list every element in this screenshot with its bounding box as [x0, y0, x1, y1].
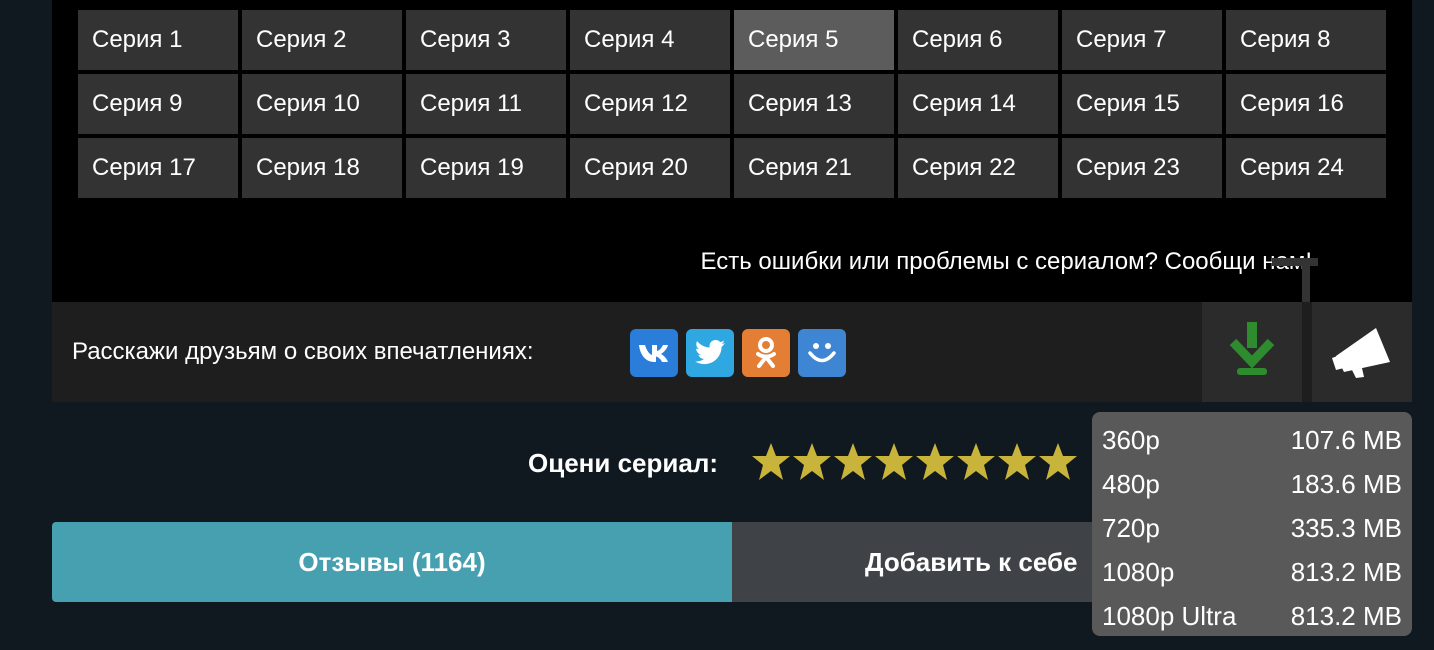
quality-label: 360p: [1102, 424, 1160, 455]
odnoklassniki-icon: [754, 336, 778, 370]
star-icon[interactable]: [957, 442, 995, 482]
player-panel: Серия 1 Серия 2 Серия 3 Серия 4 Серия 5 …: [52, 0, 1412, 302]
quality-label: 1080p: [1102, 556, 1175, 587]
episode-button[interactable]: Серия 1: [78, 10, 238, 70]
quality-option[interactable]: 720p 335.3 MB: [1092, 506, 1412, 550]
star-icon[interactable]: [793, 442, 831, 482]
episode-grid: Серия 1 Серия 2 Серия 3 Серия 4 Серия 5 …: [78, 10, 1386, 198]
share-bar: Расскажи друзьям о своих впечатлениях:: [52, 302, 1412, 402]
rating-label: Оцени сериал:: [528, 448, 718, 478]
file-size: 183.6 MB: [1290, 468, 1402, 499]
share-label: Расскажи друзьям о своих впечатлениях:: [72, 338, 534, 365]
episode-button[interactable]: Серия 14: [898, 74, 1058, 134]
vk-share-button[interactable]: [630, 329, 678, 377]
report-problem-link[interactable]: Есть ошибки или проблемы с сериалом? Соо…: [701, 248, 1312, 276]
quality-option[interactable]: 480p 183.6 MB: [1092, 462, 1412, 506]
quality-option[interactable]: 1080p Ultra 813.2 MB: [1092, 594, 1412, 638]
episode-button[interactable]: Серия 22: [898, 138, 1058, 198]
episode-button-active[interactable]: Серия 5: [734, 10, 894, 70]
star-icon[interactable]: [1039, 442, 1077, 482]
file-size: 813.2 MB: [1290, 556, 1402, 587]
file-size: 813.2 MB: [1290, 600, 1402, 631]
moimir-share-button[interactable]: [798, 329, 846, 377]
megaphone-icon: [1330, 322, 1394, 383]
twitter-share-button[interactable]: [686, 329, 734, 377]
episode-button[interactable]: Серия 24: [1226, 138, 1386, 198]
download-quality-menu: 360p 107.6 MB 480p 183.6 MB 720p 335.3 MB 1080…: [1092, 412, 1412, 636]
episode-button[interactable]: Серия 15: [1062, 74, 1222, 134]
episode-button[interactable]: Серия 6: [898, 10, 1058, 70]
episode-button[interactable]: Серия 18: [242, 138, 402, 198]
quality-option[interactable]: 360p 107.6 MB: [1092, 418, 1412, 462]
report-button[interactable]: [1312, 302, 1412, 402]
quality-label: 720p: [1102, 512, 1160, 543]
star-icon[interactable]: [916, 442, 954, 482]
episode-button[interactable]: Серия 2: [242, 10, 402, 70]
episode-button[interactable]: Серия 20: [570, 138, 730, 198]
report-connector: [1272, 258, 1318, 266]
star-icon[interactable]: [998, 442, 1036, 482]
episode-button[interactable]: Серия 21: [734, 138, 894, 198]
file-size: 335.3 MB: [1290, 512, 1402, 543]
episode-button[interactable]: Серия 19: [406, 138, 566, 198]
episode-button[interactable]: Серия 8: [1226, 10, 1386, 70]
episode-button[interactable]: Серия 4: [570, 10, 730, 70]
download-icon: [1229, 321, 1275, 383]
vk-icon: [637, 342, 671, 364]
episode-button[interactable]: Серия 10: [242, 74, 402, 134]
episode-button[interactable]: Серия 11: [406, 74, 566, 134]
episode-button[interactable]: Серия 7: [1062, 10, 1222, 70]
report-connector: [1302, 258, 1310, 302]
star-icon[interactable]: [752, 442, 790, 482]
episode-button[interactable]: Серия 23: [1062, 138, 1222, 198]
quality-option[interactable]: 1080p 813.2 MB: [1092, 550, 1412, 594]
episode-button[interactable]: Серия 16: [1226, 74, 1386, 134]
rating-stars: [752, 442, 1077, 482]
download-button[interactable]: [1202, 302, 1302, 402]
star-icon[interactable]: [875, 442, 913, 482]
moimir-icon: [805, 338, 839, 368]
quality-label: 480p: [1102, 468, 1160, 499]
episode-button[interactable]: Серия 17: [78, 138, 238, 198]
episode-button[interactable]: Серия 13: [734, 74, 894, 134]
odnoklassniki-share-button[interactable]: [742, 329, 790, 377]
episode-button[interactable]: Серия 3: [406, 10, 566, 70]
twitter-icon: [694, 340, 726, 366]
episode-button[interactable]: Серия 9: [78, 74, 238, 134]
file-size: 107.6 MB: [1290, 424, 1402, 455]
episode-button[interactable]: Серия 12: [570, 74, 730, 134]
reviews-button[interactable]: Отзывы (1164): [52, 522, 732, 602]
star-icon[interactable]: [834, 442, 872, 482]
quality-label: 1080p Ultra: [1102, 600, 1237, 631]
